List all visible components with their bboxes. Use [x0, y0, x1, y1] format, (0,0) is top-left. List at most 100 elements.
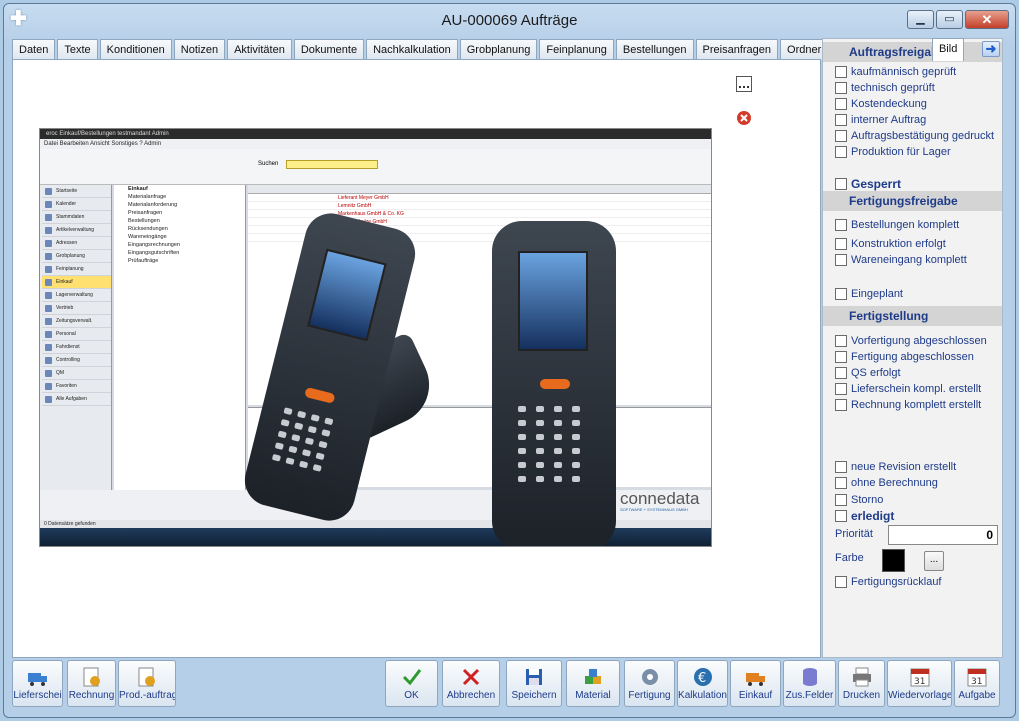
checkbox-icon[interactable]: [835, 398, 847, 411]
checkbox-fertigstellung-4[interactable]: Rechnung komplett erstellt: [835, 397, 981, 412]
delete-icon: [737, 111, 751, 125]
calendar-task-icon: 31: [967, 668, 987, 687]
tab-grobplanung[interactable]: Grobplanung: [459, 39, 538, 60]
speichern-button[interactable]: Speichern: [506, 660, 562, 707]
title-bar: ✚ AU-000069 Aufträge ▁ ▭ ✕: [4, 4, 1015, 36]
checkbox-erledigt[interactable]: erledigt: [835, 508, 894, 523]
checkbox-icon[interactable]: [835, 460, 847, 473]
prod-auftrag-button[interactable]: Prod.-auftrag: [118, 660, 176, 707]
checkbox-icon[interactable]: [835, 493, 847, 506]
checkbox-icon[interactable]: [835, 65, 847, 78]
lieferschei-button[interactable]: Lieferschei: [12, 660, 63, 707]
delete-image-button[interactable]: [736, 110, 752, 126]
button-label: Lieferschei: [13, 690, 62, 701]
checkbox-icon[interactable]: [835, 237, 847, 250]
tab-texte[interactable]: Texte: [57, 39, 98, 60]
tab-bild[interactable]: Bild: [931, 38, 965, 61]
prioritaet-label: Priorität: [835, 528, 873, 540]
checkbox-fertigungsfreigabe-2[interactable]: Wareneingang komplett: [835, 252, 967, 267]
checkbox-auftragsfreigabe-4[interactable]: Auftragsbestätigung gedruckt: [835, 128, 994, 143]
abbrechen-button[interactable]: Abbrechen: [442, 660, 500, 707]
image-nav-item: Kalender: [42, 198, 111, 211]
dots-icon: [739, 86, 749, 88]
checkbox-icon[interactable]: [835, 177, 847, 190]
image-tree-item: Eingangsrechnungen: [128, 242, 180, 248]
rechnung-button[interactable]: Rechnung: [67, 660, 116, 707]
checkbox-icon[interactable]: [835, 145, 847, 158]
checkbox-fertigungsfreigabe-1[interactable]: Konstruktion erfolgt: [835, 236, 946, 251]
main-window: ✚ AU-000069 Aufträge ▁ ▭ ✕ Daten Texte Kon…: [3, 3, 1016, 718]
checkbox-eingeplant[interactable]: Eingeplant: [835, 286, 903, 301]
material-button[interactable]: Material: [566, 660, 620, 707]
checkbox-icon[interactable]: [835, 382, 847, 395]
button-label: Prod.-auftrag: [119, 690, 175, 701]
image-search-field: [286, 160, 378, 169]
checkbox-other-1[interactable]: ohne Berechnung: [835, 475, 938, 490]
arrow-right-icon[interactable]: ➜: [982, 41, 1000, 57]
checkbox-icon[interactable]: [835, 350, 847, 363]
drucken-button[interactable]: Drucken: [838, 660, 885, 707]
button-label: OK: [404, 690, 419, 701]
aufgabe-button[interactable]: 31 Aufgabe: [954, 660, 1000, 707]
checkbox-gesperrt[interactable]: Gesperrt: [835, 176, 901, 191]
image-tree: Einkauf Materialanfrage Materialanforderun…: [114, 185, 246, 490]
tab-preisanfragen[interactable]: Preisanfragen: [695, 39, 779, 60]
checkbox-label: Storno: [851, 493, 884, 506]
checkbox-icon[interactable]: [835, 113, 847, 126]
image-nav-item: Adressen: [42, 237, 111, 250]
checkbox-fertigungsruecklauf[interactable]: Fertigungsrücklauf: [835, 574, 942, 589]
checkbox-icon[interactable]: [835, 287, 847, 300]
checkbox-fertigstellung-1[interactable]: Fertigung abgeschlossen: [835, 349, 974, 364]
checkbox-icon[interactable]: [835, 334, 847, 347]
checkbox-auftragsfreigabe-2[interactable]: Kostendeckung: [835, 96, 927, 111]
einkauf-button[interactable]: Einkauf: [730, 660, 781, 707]
zus-felder-button[interactable]: Zus.Felder: [783, 660, 836, 707]
checkbox-auftragsfreigabe-5[interactable]: Produktion für Lager: [835, 144, 951, 159]
fertigung-button[interactable]: Fertigung: [624, 660, 675, 707]
checkbox-icon[interactable]: [835, 366, 847, 379]
tab-bestellungen[interactable]: Bestellungen: [615, 39, 694, 60]
checkbox-auftragsfreigabe-1[interactable]: technisch geprüft: [835, 80, 935, 95]
ok-button[interactable]: OK: [385, 660, 438, 707]
minimize-button[interactable]: ▁: [907, 10, 934, 29]
checkbox-icon[interactable]: [835, 575, 847, 588]
checkbox-icon[interactable]: [835, 253, 847, 266]
checkbox-fertigungsfreigabe-0[interactable]: Bestellungen komplett: [835, 217, 959, 232]
checkbox-label: Lieferschein kompl. erstellt: [851, 382, 982, 395]
close-button[interactable]: ✕: [965, 10, 1009, 29]
prioritaet-input[interactable]: 0: [888, 525, 998, 545]
gear-icon: [641, 669, 658, 685]
tab-dokumente[interactable]: Dokumente: [293, 39, 365, 60]
browse-image-button[interactable]: [736, 76, 752, 92]
image-tree-root: Einkauf: [128, 186, 148, 192]
tab-feinplanung[interactable]: Feinplanung: [539, 39, 614, 60]
tab-nachkalkulation[interactable]: Nachkalkulation: [366, 39, 458, 60]
checkmark-icon: [402, 669, 421, 686]
color-picker-button[interactable]: ...: [924, 551, 944, 571]
checkbox-auftragsfreigabe-3[interactable]: interner Auftrag: [835, 112, 926, 127]
checkbox-icon[interactable]: [835, 81, 847, 94]
checkbox-other-0[interactable]: neue Revision erstellt: [835, 459, 956, 474]
checkbox-other-2[interactable]: Storno: [835, 492, 883, 507]
tab-daten[interactable]: Daten: [12, 39, 56, 60]
image-nav-item: Personal: [42, 328, 111, 341]
tab-notizen[interactable]: Notizen: [173, 39, 226, 60]
checkbox-label: Vorfertigung abgeschlossen: [851, 334, 987, 347]
checkbox-icon[interactable]: [835, 129, 847, 142]
kalkulation-button[interactable]: € Kalkulation: [677, 660, 728, 707]
wiedervorlage-button[interactable]: 31 Wiedervorlage: [887, 660, 952, 707]
tab-konditionen[interactable]: Konditionen: [99, 39, 172, 60]
tab-aktivitäten[interactable]: Aktivitäten: [227, 39, 292, 60]
checkbox-auftragsfreigabe-0[interactable]: kaufmännisch geprüft: [835, 64, 956, 79]
svg-text:€: €: [698, 671, 706, 686]
checkbox-icon[interactable]: [835, 218, 847, 231]
color-swatch[interactable]: [882, 549, 905, 572]
checkbox-icon[interactable]: [835, 476, 847, 489]
checkbox-label: Kostendeckung: [851, 97, 927, 110]
checkbox-icon[interactable]: [835, 509, 847, 522]
checkbox-fertigstellung-2[interactable]: QS erfolgt: [835, 365, 901, 380]
checkbox-icon[interactable]: [835, 97, 847, 110]
checkbox-fertigstellung-3[interactable]: Lieferschein kompl. erstellt: [835, 381, 981, 396]
maximize-button[interactable]: ▭: [936, 10, 963, 29]
checkbox-fertigstellung-0[interactable]: Vorfertigung abgeschlossen: [835, 333, 987, 348]
